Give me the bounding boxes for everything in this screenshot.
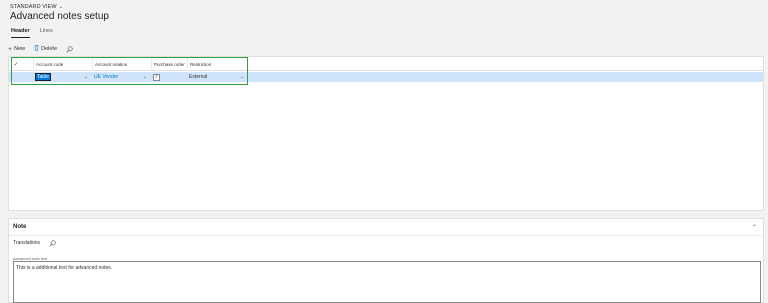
select-all-checkbox[interactable]: ✓ <box>9 57 21 71</box>
purchase-order-cell: ✓ <box>151 72 186 82</box>
search-button[interactable] <box>66 45 73 53</box>
view-selector[interactable]: STANDARD VIEW ⌄ <box>10 4 63 10</box>
column-header-account-relation[interactable]: Account relation <box>92 57 150 71</box>
note-section-header[interactable]: Note <box>9 219 763 236</box>
account-relation-value: UE Vendor <box>94 74 119 80</box>
plus-icon: + <box>8 45 13 53</box>
tab-strip: Header Lines <box>11 28 53 38</box>
chevron-down-icon[interactable]: ⌄ <box>240 74 244 80</box>
restriction-cell[interactable]: External ⌄ <box>187 72 247 82</box>
lines-grid: ✓ Account code Account relation Purchase… <box>8 56 764 211</box>
column-header-restriction[interactable]: Restriction <box>187 57 247 71</box>
chevron-up-icon[interactable]: ⌃ <box>752 224 757 231</box>
search-icon[interactable] <box>49 239 56 247</box>
tab-lines[interactable]: Lines <box>40 28 53 38</box>
new-button-label: New <box>14 46 26 52</box>
chevron-down-icon[interactable]: ⌄ <box>84 74 88 80</box>
new-button[interactable]: + New <box>8 46 25 53</box>
restriction-value: External <box>189 74 208 80</box>
tab-header[interactable]: Header <box>11 28 30 38</box>
column-header-purchase-order[interactable]: Purchase order <box>151 57 186 71</box>
search-icon <box>66 45 73 53</box>
note-section: Note ⌃ Translations Advanced note text T… <box>8 218 764 303</box>
purchase-order-checkbox[interactable]: ✓ <box>153 73 160 81</box>
chevron-down-icon: ⌄ <box>58 4 64 10</box>
grid-header: ✓ Account code Account relation Purchase… <box>9 57 763 71</box>
trash-icon <box>34 45 39 53</box>
account-relation-cell[interactable]: UE Vendor ⌄ <box>92 72 150 82</box>
page-title: Advanced notes setup <box>10 11 109 22</box>
account-code-cell[interactable]: Table ⌄ <box>33 72 91 82</box>
account-code-value: Table <box>35 73 51 81</box>
translations-button[interactable]: Translations <box>13 240 40 246</box>
delete-button[interactable]: Delete <box>34 45 57 53</box>
delete-button-label: Delete <box>41 46 58 52</box>
note-section-title: Note <box>13 224 27 230</box>
advanced-note-text-field[interactable]: This is a additional text for advanced n… <box>13 261 761 303</box>
action-toolbar: + New Delete <box>8 43 764 55</box>
column-header-account-code[interactable]: Account code <box>33 57 91 71</box>
chevron-down-icon[interactable]: ⌄ <box>143 74 147 80</box>
note-toolbar: Translations <box>9 237 763 249</box>
view-label: STANDARD VIEW <box>10 4 57 10</box>
table-row[interactable]: Table ⌄ UE Vendor ⌄ ✓ External ⌄ <box>9 72 763 82</box>
